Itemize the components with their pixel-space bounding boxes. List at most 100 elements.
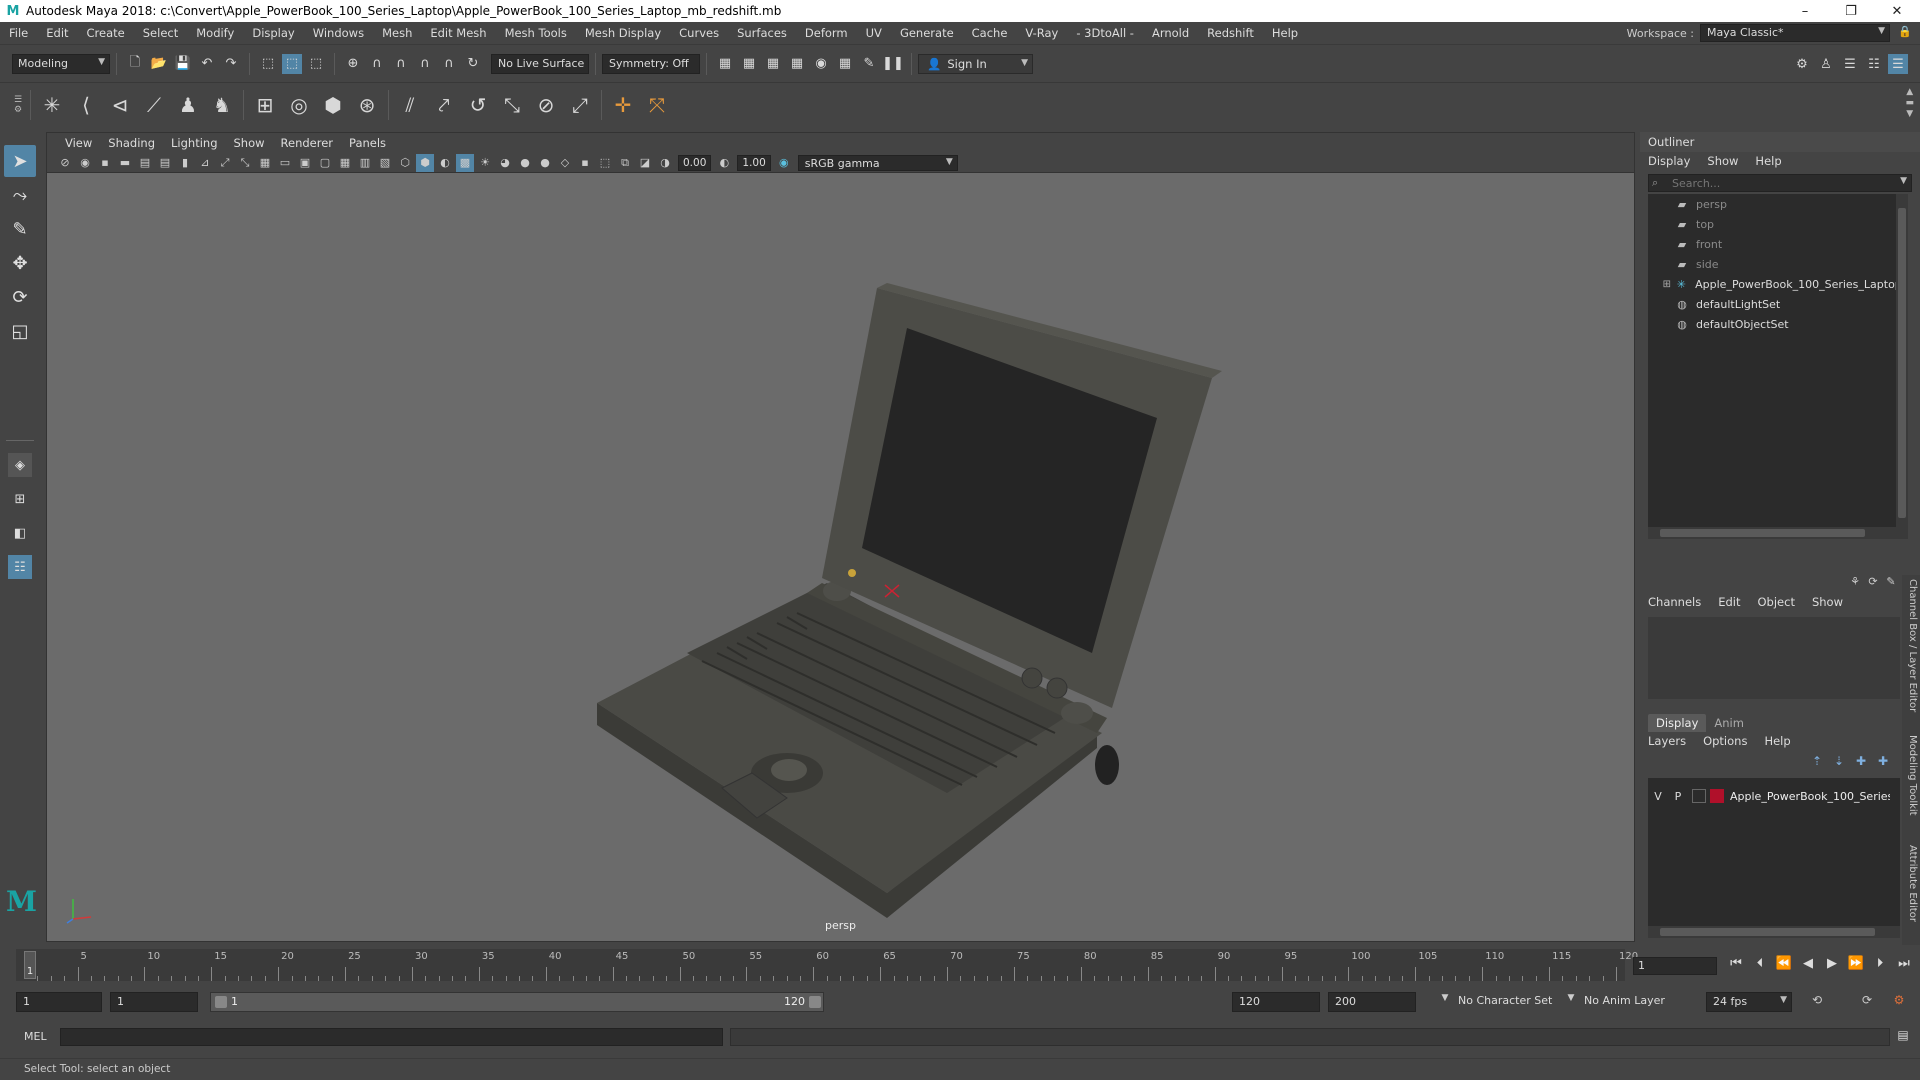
create-rig-icon[interactable]: ♞ [207,89,237,121]
modeling-toolkit-icon[interactable]: ⚙ [1792,54,1812,74]
render-setup-icon[interactable]: ▦ [835,54,855,74]
animation-start-field[interactable]: 1 [16,992,102,1012]
film-gate-icon[interactable]: ▤ [136,154,154,172]
undo-icon[interactable]: ↶ [197,54,217,74]
menu-set-dropdown[interactable]: Modeling ▼ [12,53,110,74]
outliner-item-default-light-set[interactable]: ◍ defaultLightSet [1648,294,1908,314]
snap-live-icon[interactable]: ↻ [463,54,483,74]
anim-layer-dropdown[interactable]: No Anim Layer [1578,992,1671,1012]
laptop-trackball[interactable] [771,759,807,781]
wireframe-on-shaded-icon[interactable]: ▦ [336,154,354,172]
outliner-search-input[interactable] [1672,176,1892,190]
select-hierarchy-icon[interactable]: ⬚ [258,54,278,74]
tab-modeling-toolkit[interactable]: Modeling Toolkit [1904,735,1918,816]
snap-point-icon[interactable]: ∩ [391,54,411,74]
channel-box-menu-channels[interactable]: Channels [1648,595,1708,609]
isolate-select-icon[interactable]: ⬡ [396,154,414,172]
outliner-menu-show[interactable]: Show [1707,154,1745,168]
layer-horizontal-scrollbar[interactable] [1648,926,1900,938]
menu-redshift[interactable]: Redshift [1198,26,1263,40]
live-surface-field[interactable]: No Live Surface [491,53,589,74]
channel-box-menu-edit[interactable]: Edit [1718,595,1747,609]
layer-row[interactable]: V P Apple_PowerBook_100_Series_ [1648,786,1900,806]
menu-vray[interactable]: V-Ray [1016,26,1067,40]
ipr-render-icon[interactable]: ▦ [763,54,783,74]
use-lights-icon[interactable]: ▧ [376,154,394,172]
view-transform-dropdown[interactable]: sRGB gamma ▼ [797,154,958,171]
constraint-aim-icon[interactable]: ⤤ [429,89,459,121]
maximize-button[interactable]: ❐ [1828,0,1874,22]
open-scene-icon[interactable]: 📂 [149,54,169,74]
xray-joints-icon[interactable]: ◐ [436,154,454,172]
range-start-handle[interactable] [215,996,227,1008]
fps-dropdown[interactable]: 24 fps ▼ [1706,992,1792,1012]
play-forwards-icon[interactable]: ▶ [1822,956,1842,976]
step-back-key-icon[interactable]: ⏪ [1774,956,1794,976]
snap-surface-icon[interactable]: ∩ [439,54,459,74]
anti-aliasing-icon[interactable]: ● [536,154,554,172]
select-component-icon[interactable]: ⬚ [306,54,326,74]
persp-outliner-icon[interactable]: ◧ [8,521,32,545]
close-button[interactable]: ✕ [1874,0,1920,22]
outliner-menu-display[interactable]: Display [1648,154,1697,168]
layer-playback-toggle[interactable]: P [1668,790,1688,803]
paint-select-tool-icon[interactable]: ✎ [4,213,36,245]
shelf-scroll[interactable]: ▲ ▬ ▼ [1905,87,1914,120]
viewport-menu-renderer[interactable]: Renderer [273,136,342,150]
viewport-scene[interactable] [47,173,1634,941]
lock-icon[interactable]: 🔒 [1898,25,1912,39]
move-layer-down-icon[interactable]: ⇣ [1828,754,1850,768]
scale-tool-icon[interactable]: ◱ [4,315,36,347]
outliner-item-laptop-group[interactable]: ⊞ ✳ Apple_PowerBook_100_Series_Laptop_n [1648,274,1908,294]
shadows-icon[interactable]: ☀ [476,154,494,172]
menu-mesh-display[interactable]: Mesh Display [576,26,670,40]
script-language-label[interactable]: MEL [24,1030,47,1043]
four-view-icon[interactable]: ⊞ [8,487,32,511]
hud-icon[interactable]: ▪ [576,154,594,172]
menu-create[interactable]: Create [78,26,134,40]
menu-surfaces[interactable]: Surfaces [728,26,796,40]
constraint-pole-icon[interactable]: ⤢ [565,89,595,121]
go-to-end-icon[interactable]: ⏭ [1894,956,1914,976]
image-plane-icon[interactable]: ▬ [116,154,134,172]
motion-blur-icon[interactable]: ● [516,154,534,172]
menu-mesh[interactable]: Mesh [373,26,421,40]
layer-menu-layers[interactable]: Layers [1648,734,1693,748]
single-view-icon[interactable]: ◈ [8,453,32,477]
tab-channel-box-layer-editor[interactable]: Channel Box / Layer Editor [1904,579,1918,712]
new-scene-icon[interactable]: 🗋 [125,54,145,74]
rotate-tool-icon[interactable]: ⟳ [4,281,36,313]
locator-icon[interactable]: ✛ [608,89,638,121]
pause-icon[interactable]: ❚❚ [882,54,904,74]
menu-display[interactable]: Display [243,26,303,40]
channel-box-toggle-icon[interactable]: ⚘ [1846,575,1864,593]
outliner-item-side[interactable]: ▰ side [1648,254,1908,274]
character-set-dropdown[interactable]: No Character Set [1452,992,1558,1012]
viewport-panel[interactable]: View Shading Lighting Show Renderer Pane… [46,132,1635,942]
camera-select-icon[interactable]: ⊘ [56,154,74,172]
outliner-menu-help[interactable]: Help [1755,154,1788,168]
field-chart-icon[interactable]: ⊿ [196,154,214,172]
menu-curves[interactable]: Curves [670,26,728,40]
viewport-menu-panels[interactable]: Panels [341,136,394,150]
script-editor-icon[interactable]: ▤ [1894,1028,1912,1046]
render-settings-icon[interactable]: ▦ [787,54,807,74]
joint-tool-icon[interactable]: ✳ [37,89,67,121]
playback-end-field[interactable]: 120 [1232,992,1320,1012]
menu-generate[interactable]: Generate [891,26,963,40]
smooth-shade-icon[interactable]: ▣ [296,154,314,172]
outliner-item-default-object-set[interactable]: ◍ defaultObjectSet [1648,314,1908,334]
new-layer-selected-icon[interactable]: ✚ [1872,754,1894,768]
color-management-icon[interactable]: ◉ [775,154,793,172]
bookmark-icon[interactable]: ▪ [96,154,114,172]
safe-title-icon[interactable]: ⤡ [236,154,254,172]
paint-weights-icon[interactable]: ◎ [284,89,314,121]
render-view-icon[interactable]: ▦ [715,54,735,74]
menu-uv[interactable]: UV [857,26,891,40]
viewport-menu-lighting[interactable]: Lighting [163,136,225,150]
render-frame-icon[interactable]: ▦ [739,54,759,74]
menu-help[interactable]: Help [1263,26,1307,40]
step-forward-icon[interactable]: ⏵ [1870,956,1890,976]
gate-mask-icon[interactable]: ▮ [176,154,194,172]
depth-of-field-icon[interactable]: ◇ [556,154,574,172]
